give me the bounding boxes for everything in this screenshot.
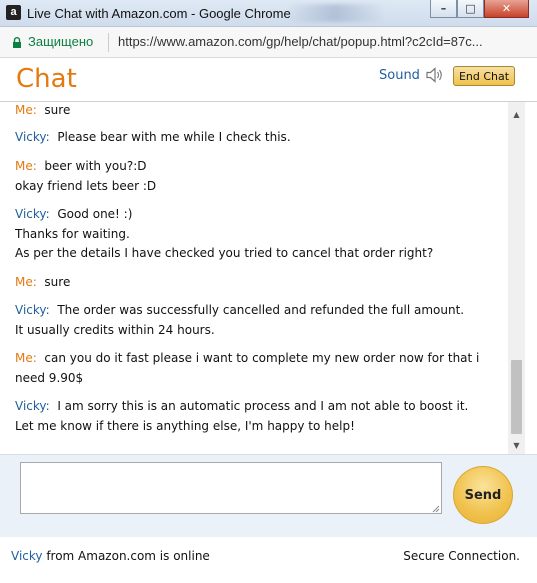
message-text: Good one! :) xyxy=(57,207,133,221)
chat-message: Me: can you do it fast please i want to … xyxy=(15,349,495,388)
chat-message: Vicky: Please bear with me while I check… xyxy=(15,128,495,148)
message-sender: Vicky: xyxy=(15,207,50,221)
speaker-icon[interactable] xyxy=(426,67,444,83)
send-button[interactable]: Send xyxy=(453,466,513,524)
message-text: I am sorry this is an automatic process … xyxy=(57,399,469,413)
message-first-line: Me: beer with you?:D xyxy=(15,157,495,177)
chat-transcript[interactable]: Me: sure Vicky: Please bear with me while… xyxy=(0,102,508,454)
scroll-thumb[interactable] xyxy=(511,360,522,434)
message-line: As per the details I have checked you tr… xyxy=(15,244,495,264)
chat-message: Vicky: The order was successfully cancel… xyxy=(15,301,495,340)
message-first-line: Me: sure xyxy=(15,102,495,121)
message-line: It usually credits within 24 hours. xyxy=(15,321,495,341)
message-first-line: Me: can you do it fast please i want to … xyxy=(15,349,495,369)
scroll-up-arrow-icon[interactable]: ▲ xyxy=(508,106,525,123)
chat-title: Chat xyxy=(16,64,77,94)
chat-message: Me: beer with you?:D okay friend lets bee… xyxy=(15,157,495,196)
window-controls: – □ ✕ xyxy=(430,0,529,20)
message-sender: Me: xyxy=(15,103,37,117)
agent-name: Vicky xyxy=(11,549,43,563)
transcript-scrollbar[interactable]: ▲ ▼ xyxy=(508,102,525,454)
message-first-line: Vicky: Please bear with me while I check… xyxy=(15,128,495,148)
message-line: need 9.90$ xyxy=(15,369,495,389)
message-text: It usually credits within 24 hours. xyxy=(15,322,215,337)
scroll-down-arrow-icon[interactable]: ▼ xyxy=(508,437,525,454)
message-text: Thanks for waiting. xyxy=(15,226,130,241)
secure-label[interactable]: Защищено xyxy=(28,34,93,49)
lock-icon xyxy=(13,37,21,48)
message-line: Thanks for waiting. xyxy=(15,225,495,245)
message-line: okay friend lets beer :D xyxy=(15,177,495,197)
message-input[interactable] xyxy=(20,462,442,514)
sound-toggle-label[interactable]: Sound xyxy=(379,68,420,83)
compose-area: Send xyxy=(0,454,537,537)
message-sender: Me: xyxy=(15,275,37,289)
chat-message: Me: sure xyxy=(15,273,495,293)
message-text: Let me know if there is anything else, I… xyxy=(15,418,355,433)
url-text[interactable]: https://www.amazon.com/gp/help/chat/popu… xyxy=(118,34,528,49)
message-text: The order was successfully cancelled and… xyxy=(57,303,465,317)
amazon-app-icon: a xyxy=(6,5,21,20)
maximize-button[interactable]: □ xyxy=(457,0,484,18)
chat-header: Chat Sound End Chat xyxy=(0,58,537,102)
resize-grip-icon[interactable] xyxy=(432,505,440,513)
chat-footer: Vicky from Amazon.com is online Secure C… xyxy=(0,537,537,583)
message-sender: Me: xyxy=(15,159,37,173)
address-divider xyxy=(108,33,109,52)
message-sender: Me: xyxy=(15,351,37,365)
message-first-line: Vicky: Good one! :) xyxy=(15,205,495,225)
address-bar[interactable]: Защищено https://www.amazon.com/gp/help/… xyxy=(0,27,537,58)
close-button[interactable]: ✕ xyxy=(484,0,529,18)
chat-message: Vicky: Good one! :) Thanks for waiting. As… xyxy=(15,205,495,264)
message-first-line: Vicky: I am sorry this is an automatic p… xyxy=(15,397,495,417)
message-text: sure xyxy=(44,275,71,289)
message-first-line: Vicky: The order was successfully cancel… xyxy=(15,301,495,321)
message-text: need 9.90$ xyxy=(15,370,84,385)
message-text: okay friend lets beer :D xyxy=(15,178,157,193)
minimize-button[interactable]: – xyxy=(430,0,457,18)
chat-message: Vicky: I am sorry this is an automatic p… xyxy=(15,397,495,436)
end-chat-button[interactable]: End Chat xyxy=(453,66,515,86)
window-titlebar: a Live Chat with Amazon.com - Google Chr… xyxy=(0,0,537,27)
chat-message: Me: sure xyxy=(15,102,495,121)
window-title: Live Chat with Amazon.com - Google Chrom… xyxy=(27,6,291,21)
message-first-line: Me: sure xyxy=(15,273,495,293)
message-line: Let me know if there is anything else, I… xyxy=(15,417,495,437)
message-sender: Vicky: xyxy=(15,399,50,413)
message-sender: Vicky: xyxy=(15,303,50,317)
message-text: Please bear with me while I check this. xyxy=(57,130,291,144)
message-sender: Vicky: xyxy=(15,130,50,144)
blurred-background-tab xyxy=(285,4,385,22)
secure-connection-label: Secure Connection. xyxy=(403,549,520,563)
agent-status: Vicky from Amazon.com is online xyxy=(11,549,210,563)
agent-status-text: from Amazon.com is online xyxy=(42,549,210,563)
message-text: sure xyxy=(44,103,71,117)
message-text: beer with you?:D xyxy=(44,159,147,173)
message-text: can you do it fast please i want to comp… xyxy=(44,351,480,365)
message-text: As per the details I have checked you tr… xyxy=(15,246,434,260)
